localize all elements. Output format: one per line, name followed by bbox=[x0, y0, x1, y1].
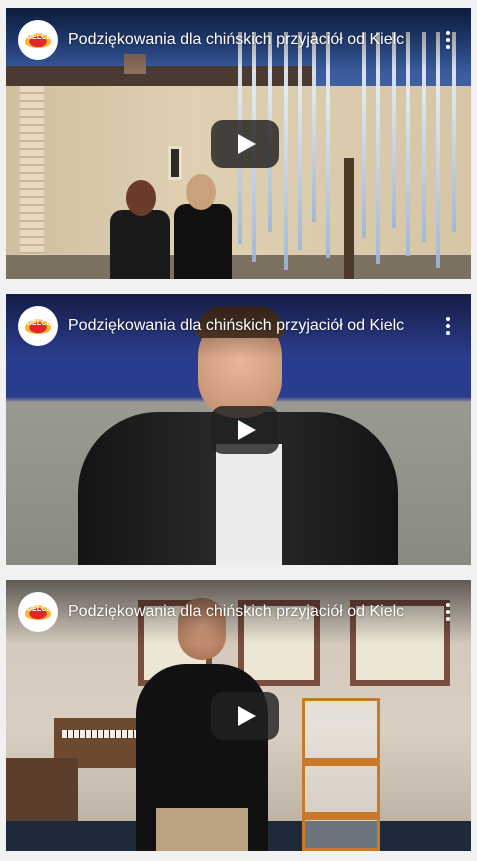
building-window bbox=[168, 146, 182, 180]
display-shelf bbox=[302, 758, 380, 766]
display-case bbox=[302, 698, 380, 851]
channel-logo[interactable]: KIELCE bbox=[18, 592, 58, 632]
video-title[interactable]: Podziękowania dla chińskich przyjaciół o… bbox=[68, 315, 432, 337]
logo-text: KIELCE bbox=[24, 320, 52, 327]
more-vert-icon[interactable] bbox=[436, 314, 460, 338]
video-player-2[interactable]: KIELCE Podziękowania dla chińskich przyj… bbox=[6, 294, 471, 565]
channel-logo[interactable]: KIELCE bbox=[18, 306, 58, 346]
building-pilaster bbox=[20, 86, 44, 279]
video-player-1[interactable]: KIELCE Podziękowania dla chińskich przyj… bbox=[6, 8, 471, 279]
logo-text: KIELCE bbox=[24, 34, 52, 41]
display-shelf bbox=[302, 812, 380, 820]
video-player-3[interactable]: KIELCE Podziękowania dla chińskich przyj… bbox=[6, 580, 471, 851]
man-pants bbox=[156, 808, 248, 851]
person-left-head bbox=[126, 180, 156, 216]
channel-logo[interactable]: KIELCE bbox=[18, 20, 58, 60]
ground bbox=[6, 255, 471, 279]
person-left bbox=[110, 210, 170, 279]
play-button[interactable] bbox=[211, 120, 279, 168]
more-vert-icon[interactable] bbox=[436, 600, 460, 624]
organ-keys bbox=[62, 730, 136, 738]
logo-text: KIELCE bbox=[24, 606, 52, 613]
video-top-bar: KIELCE Podziękowania dla chińskich przyj… bbox=[6, 294, 471, 358]
person-right bbox=[174, 204, 232, 279]
tree-trunk bbox=[344, 158, 354, 279]
play-icon bbox=[238, 706, 256, 726]
video-title[interactable]: Podziękowania dla chińskich przyjaciół o… bbox=[68, 601, 432, 623]
video-top-bar: KIELCE Podziękowania dla chińskich przyj… bbox=[6, 8, 471, 72]
play-button[interactable] bbox=[211, 406, 279, 454]
play-icon bbox=[238, 134, 256, 154]
more-vert-icon[interactable] bbox=[436, 28, 460, 52]
person-right-head bbox=[186, 174, 216, 210]
play-button[interactable] bbox=[211, 692, 279, 740]
play-icon bbox=[238, 420, 256, 440]
tshirt bbox=[216, 444, 282, 565]
video-title[interactable]: Podziękowania dla chińskich przyjaciół o… bbox=[68, 29, 432, 51]
video-top-bar: KIELCE Podziękowania dla chińskich przyj… bbox=[6, 580, 471, 644]
